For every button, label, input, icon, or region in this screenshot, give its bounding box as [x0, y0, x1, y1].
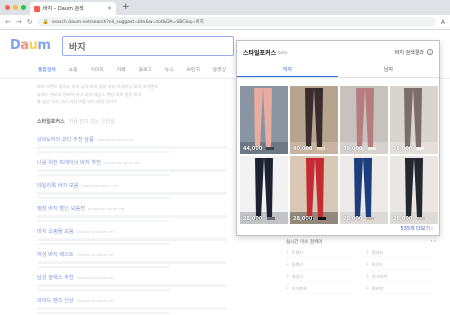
product-price: 39,000 — [343, 146, 363, 152]
address-toolbar: ← → ↻ 🔒 search.daum.net/search?nil_sugge… — [0, 15, 450, 30]
product-price: 44,000 — [243, 146, 263, 152]
gender-tabs: 여자 남자 — [237, 63, 439, 78]
popup-header: 스타일포커스 beta 바지 검색결과 i — [237, 41, 439, 63]
forward-icon[interactable]: → — [16, 18, 22, 26]
new-tab-button[interactable]: + — [122, 2, 130, 12]
product-thumbnail[interactable]: 28,000 — [390, 156, 438, 224]
popup-settings[interactable]: 바지 검색결과 i — [395, 49, 433, 56]
daum-favicon-icon — [34, 5, 40, 12]
product-price: 28,000 — [293, 216, 313, 222]
product-photo — [390, 156, 438, 224]
popup-title: 스타일포커스 — [243, 49, 277, 57]
product-thumbnail[interactable]: 40,000 — [290, 86, 338, 154]
tab-men[interactable]: 남자 — [338, 63, 439, 77]
reload-icon[interactable]: ↻ — [27, 18, 33, 26]
url-text: search.daum.net/search?nil_suggest=btn&w… — [51, 20, 204, 25]
back-icon[interactable]: ← — [5, 18, 11, 26]
beta-badge: beta — [278, 50, 288, 55]
popup-settings-label: 바지 검색결과 — [394, 49, 424, 56]
product-photo — [290, 156, 338, 224]
tab-title: 바지 – Daum 검색 — [43, 6, 84, 12]
tab-strip: 바지 – Daum 검색 × + — [0, 0, 450, 15]
product-price: 28,000 — [243, 216, 263, 222]
product-thumbnail[interactable]: 28,000 — [390, 86, 438, 154]
lock-icon: 🔒 — [42, 19, 49, 25]
info-icon[interactable]: i — [427, 49, 433, 55]
product-photo — [390, 86, 438, 154]
product-photo — [340, 156, 388, 224]
tab-close-icon[interactable]: × — [107, 5, 112, 12]
address-bar[interactable]: 🔒 search.daum.net/search?nil_suggest=btn… — [37, 17, 436, 27]
more-link[interactable]: 535개 더보기 › — [400, 225, 433, 233]
product-photo — [290, 86, 338, 154]
tab-women[interactable]: 여자 — [237, 63, 338, 77]
product-photo — [240, 86, 288, 154]
product-thumbnail[interactable]: 28,000 — [340, 156, 388, 224]
more-label: 535개 더보기 — [400, 226, 430, 232]
product-price: 28,000 — [343, 216, 363, 222]
product-grid: 44,000 40,000 39,000 28,000 28,000 28,000 28,0… — [240, 86, 438, 224]
browser-tab[interactable]: 바지 – Daum 검색 × — [30, 2, 116, 15]
maximize-window-dot[interactable] — [21, 5, 26, 10]
product-price: 28,000 — [393, 216, 413, 222]
product-thumbnail[interactable]: 39,000 — [340, 86, 388, 154]
minimize-window-dot[interactable] — [13, 5, 18, 10]
product-thumbnail[interactable]: 44,000 — [240, 86, 288, 154]
window-controls — [5, 5, 26, 10]
style-focus-popup: 스타일포커스 beta 바지 검색결과 i 여자 남자 44,000 40,000 3… — [236, 40, 440, 236]
product-price: 40,000 — [293, 146, 313, 152]
product-price: 28,000 — [393, 146, 413, 152]
chevron-right-icon: › — [431, 225, 433, 232]
close-window-dot[interactable] — [5, 5, 10, 10]
profile-icon[interactable]: A — [441, 19, 445, 26]
product-thumbnail[interactable]: 28,000 — [240, 156, 288, 224]
browser-window: 바지 – Daum 검색 × + ← → ↻ 🔒 search.daum.net… — [0, 0, 450, 315]
product-photo — [240, 156, 288, 224]
product-thumbnail[interactable]: 28,000 — [290, 156, 338, 224]
product-photo — [340, 86, 388, 154]
